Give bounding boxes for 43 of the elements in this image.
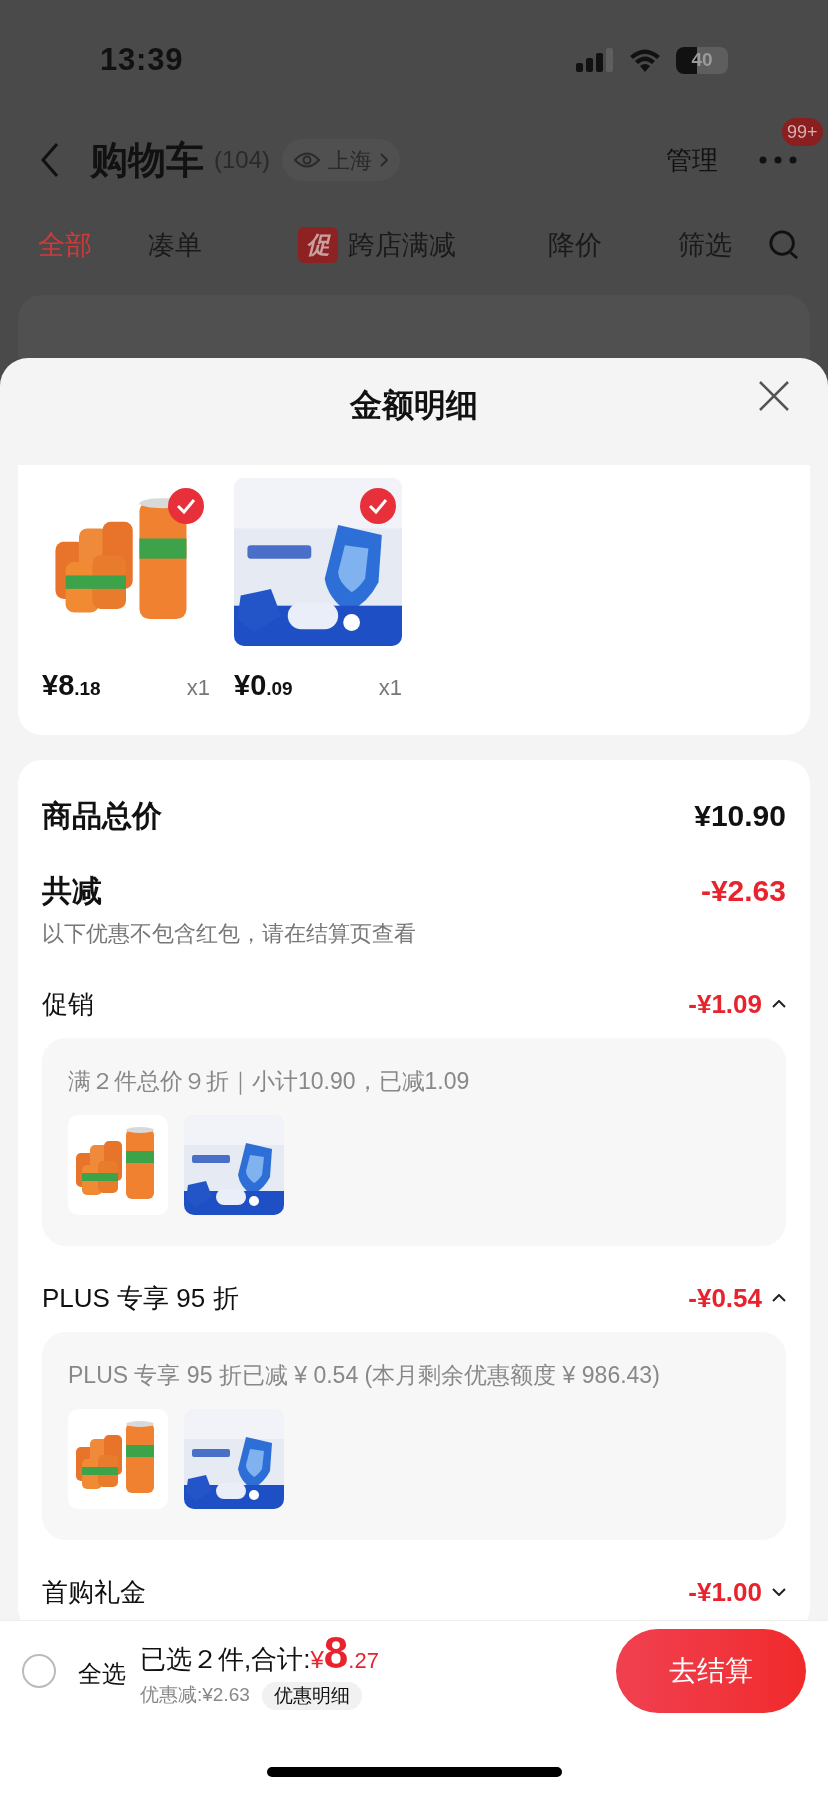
check-icon <box>176 498 196 514</box>
status-time: 13:39 <box>100 40 184 79</box>
back-icon[interactable] <box>40 142 60 178</box>
total-label: 商品总价 <box>42 797 162 834</box>
collapse-icon[interactable] <box>772 1294 786 1302</box>
collapse-icon[interactable] <box>772 1000 786 1008</box>
discount-value: -¥1.09 <box>688 987 762 1021</box>
eye-icon <box>294 151 321 169</box>
select-all-label: 全选 <box>78 1658 126 1689</box>
discount-detail: PLUS 专享 95 折已减 ¥ 0.54 (本月剩余优惠额度 ¥ 986.43) <box>68 1361 661 1390</box>
discount-detail-button[interactable]: 优惠明细 <box>261 1681 362 1710</box>
notification-badge: 99+ <box>782 118 823 146</box>
discount-detail: 满２件总价９折｜小计10.90，已减1.09 <box>68 1067 471 1097</box>
item-price: ¥8.18 <box>42 668 101 703</box>
total-amount: ¥10.90 <box>694 797 786 834</box>
saved-amount: 优惠减:¥2.63 <box>140 1683 250 1708</box>
discount-value: -¥1.00 <box>688 1575 762 1609</box>
chevron-right-icon <box>380 153 389 167</box>
order-total: 已选２件,合计:¥8.27 <box>140 1631 379 1680</box>
page-title: 购物车 <box>90 137 204 183</box>
search-icon[interactable] <box>768 228 800 262</box>
close-icon[interactable] <box>758 380 790 412</box>
item-price: ¥0.09 <box>234 668 293 703</box>
promo-tag: 促 <box>298 227 338 263</box>
check-icon <box>368 498 388 514</box>
wifi-icon <box>628 48 662 72</box>
manage-button[interactable]: 管理 <box>666 140 718 180</box>
select-all-checkbox[interactable] <box>22 1653 56 1688</box>
tab[interactable]: 全部 <box>38 224 148 266</box>
checkout-button[interactable]: 去结算 <box>616 1628 806 1713</box>
sheet-title: 金额明细 <box>350 385 478 425</box>
discount-note: 以下优惠不包含红包，请在结算页查看 <box>42 920 417 948</box>
discount-value: -¥0.54 <box>688 1281 762 1315</box>
discount-name: 促销 <box>42 987 94 1021</box>
signal-icon <box>576 48 614 72</box>
discount-amount: -¥2.63 <box>700 872 786 909</box>
discount-name: 首购礼金 <box>42 1575 146 1609</box>
discount-label: 共减 <box>42 872 102 909</box>
item-quantity: x1 <box>378 674 402 702</box>
expand-icon[interactable] <box>772 1588 786 1596</box>
item-quantity: x1 <box>186 674 210 702</box>
discount-name: PLUS 专享 95 折 <box>42 1281 239 1315</box>
more-icon[interactable] <box>758 156 798 164</box>
